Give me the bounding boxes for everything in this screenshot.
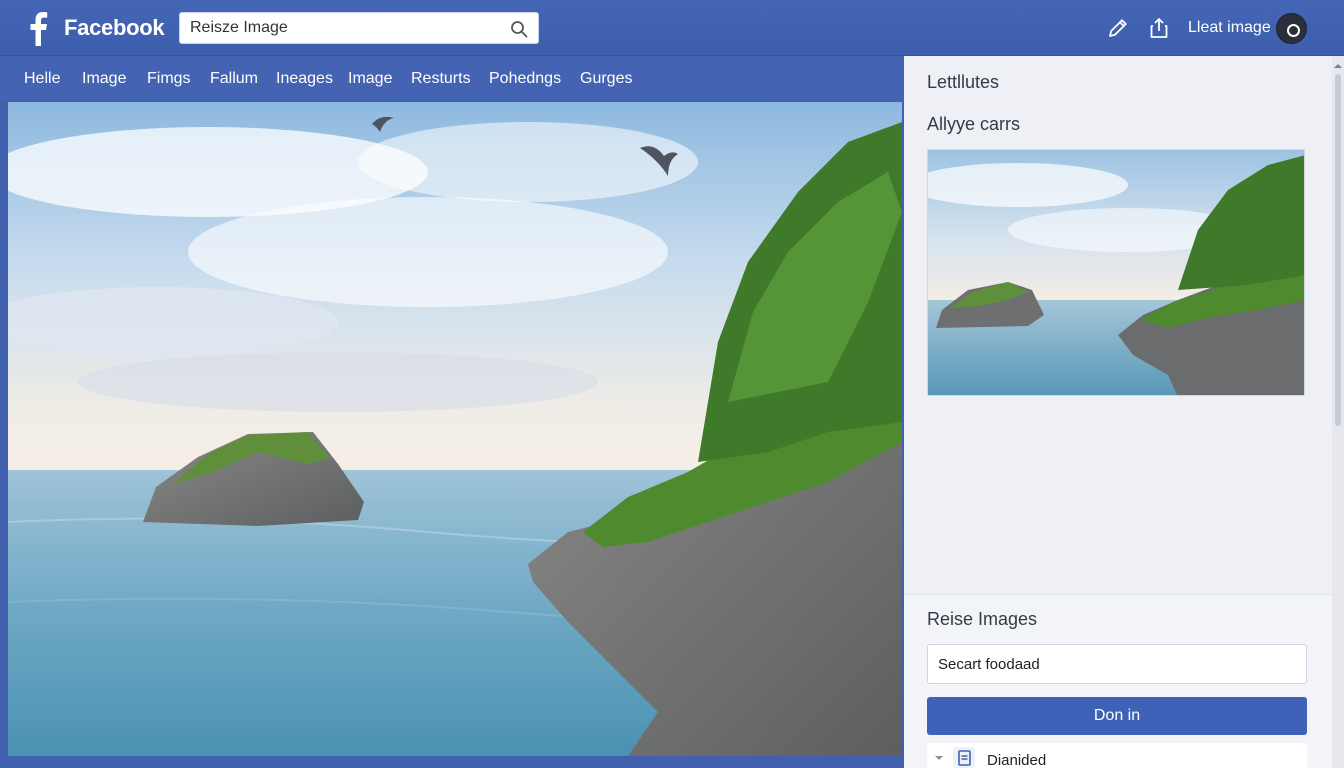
coastal-thumbnail-photo <box>928 150 1304 395</box>
nav-bar: Helle Image Fimgs Fallum Ineages Image R… <box>0 56 904 102</box>
nav-item-pohedngs[interactable]: Pohedngs <box>489 70 561 88</box>
document-icon <box>953 747 975 768</box>
nav-item-gurges[interactable]: Gurges <box>580 70 632 88</box>
nav-item-ineages[interactable]: Ineages <box>276 70 333 88</box>
search-food-input[interactable] <box>927 644 1307 684</box>
facebook-logo-icon[interactable] <box>24 10 52 46</box>
brand-name[interactable]: Facebook <box>64 15 165 41</box>
latest-image-link[interactable]: Lleat image <box>1188 19 1271 37</box>
done-button[interactable]: Don in <box>927 697 1307 735</box>
main-image[interactable] <box>8 102 902 756</box>
chevron-down-icon[interactable] <box>935 754 943 762</box>
nav-item-image-2[interactable]: Image <box>348 70 392 88</box>
nav-item-image[interactable]: Image <box>82 70 126 88</box>
search-icon[interactable] <box>510 20 528 38</box>
nav-item-helle[interactable]: Helle <box>24 70 60 88</box>
coastal-landscape-photo <box>8 102 902 756</box>
nav-item-fallum[interactable]: Fallum <box>210 70 258 88</box>
scroll-up-arrow-icon[interactable] <box>1334 62 1342 70</box>
panel-subheading: Allyye carrs <box>927 114 1021 134</box>
scrollbar-thumb[interactable] <box>1335 74 1341 426</box>
top-bar: Facebook Lleat image <box>0 0 1344 56</box>
resize-section-title: Reise Images <box>927 609 1038 629</box>
list-item-label: Dianided <box>987 752 1047 768</box>
upload-icon[interactable] <box>1147 16 1171 40</box>
side-panel: Lettllutes Allyye carrs Reise Images Sec… <box>904 56 1332 768</box>
list-item[interactable]: Dianided <box>927 743 1307 768</box>
nav-item-fimgs[interactable]: Fimgs <box>147 70 191 88</box>
avatar[interactable] <box>1276 13 1307 44</box>
search-box[interactable] <box>179 12 539 44</box>
nav-item-resturts[interactable]: Resturts <box>411 70 471 88</box>
search-input[interactable] <box>180 13 500 43</box>
scrollbar[interactable] <box>1332 56 1344 768</box>
image-thumbnail[interactable] <box>927 149 1305 396</box>
pencil-icon[interactable] <box>1106 16 1130 40</box>
panel-heading: Lettllutes <box>927 72 1000 92</box>
